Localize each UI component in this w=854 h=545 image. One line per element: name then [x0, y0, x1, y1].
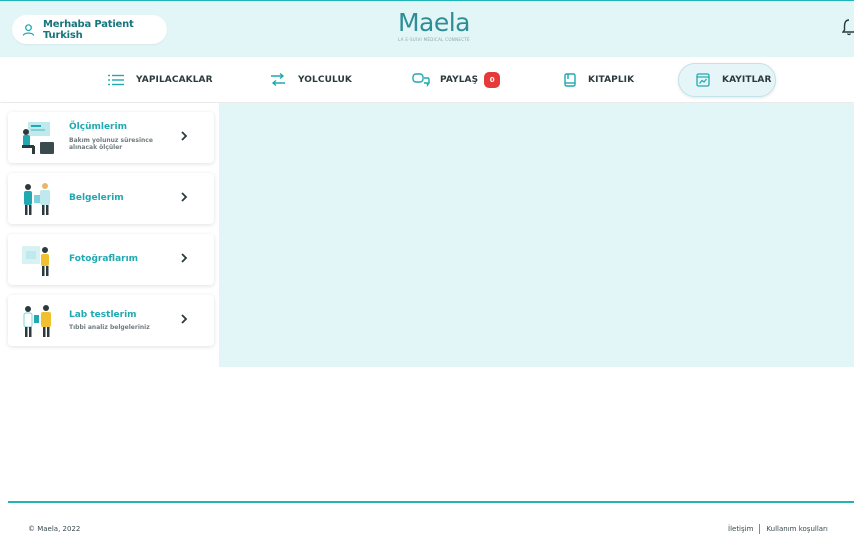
chevron-right-icon [181, 192, 188, 202]
nav-item-paylas[interactable]: PAYLAŞ 0 [412, 63, 501, 97]
user-greeting-chip[interactable]: Merhaba Patient Turkish [12, 15, 167, 44]
footer-link-iletisim[interactable]: İletişim [728, 525, 753, 533]
copyright-text: © Maela, 2022 [28, 525, 81, 533]
records-content-panel [219, 103, 854, 367]
footer-link-kullanim-kosullari[interactable]: Kullanım koşulları [766, 525, 827, 533]
book-icon [564, 73, 576, 87]
card-title: Fotoğraflarım [69, 254, 139, 264]
maela-logo[interactable]: Maela LA E-SUIVI MÉDICAL CONNECTÉ [386, 9, 482, 47]
footer-divider [8, 501, 854, 503]
card-olcumlerim[interactable]: Ölçümlerim Bakım yolunuz süresince alına… [8, 112, 214, 163]
card-title: Lab testlerim [69, 310, 137, 320]
nav-label: YOLCULUK [298, 75, 352, 85]
card-subtitle: Bakım yolunuz süresince alınacak ölçüler [69, 137, 153, 151]
footer-link-separator [759, 524, 761, 534]
card-lab-testlerim[interactable]: Lab testlerim Tıbbi analiz belgeleriniz [8, 295, 214, 346]
footer-links: İletişim Kullanım koşulları [728, 524, 828, 534]
list-icon [108, 74, 124, 86]
lab-tests-illustration-icon [23, 305, 51, 337]
greeting-text: Merhaba Patient Turkish [43, 18, 134, 41]
card-fotograflarim[interactable]: Fotoğraflarım [8, 234, 214, 285]
logo-tagline: LA E-SUIVI MÉDICAL CONNECTÉ [398, 37, 470, 42]
nav-label: YAPILACAKLAR [136, 75, 213, 85]
chat-icon [412, 73, 430, 87]
notification-badge: 0 [484, 72, 501, 88]
main-nav: YAPILACAKLAR YOLCULUK PAYLAŞ 0 KITAPLIK … [0, 57, 854, 102]
nav-label: PAYLAŞ [440, 75, 479, 85]
card-title: Ölçümlerim [69, 122, 127, 132]
chevron-right-icon [181, 131, 188, 141]
documents-illustration-icon [24, 183, 50, 215]
nav-item-kitaplik[interactable]: KITAPLIK [564, 63, 634, 97]
photos-illustration-icon [22, 246, 49, 276]
card-title: Belgelerim [69, 193, 124, 203]
nav-label: KAYITLAR [722, 75, 772, 85]
records-sidebar: Ölçümlerim Bakım yolunuz süresince alına… [0, 103, 219, 367]
card-belgelerim[interactable]: Belgelerim [8, 173, 214, 224]
nav-item-yolculuk[interactable]: YOLCULUK [270, 63, 352, 97]
chevron-right-icon [181, 314, 188, 324]
logo-text: Maela [397, 8, 471, 37]
records-icon [696, 73, 710, 87]
nav-item-kayitlar[interactable]: KAYITLAR [678, 63, 776, 97]
app-header: Merhaba Patient Turkish Maela LA E-SUIVI… [0, 0, 854, 57]
user-icon [22, 23, 35, 36]
chevron-right-icon [181, 253, 188, 263]
card-subtitle: Tıbbi analiz belgeleriniz [69, 324, 150, 331]
measurement-illustration-icon [22, 122, 54, 154]
nav-item-yapilacaklar[interactable]: YAPILACAKLAR [108, 63, 213, 97]
bell-icon[interactable] [842, 18, 854, 36]
nav-label: KITAPLIK [588, 75, 635, 85]
route-icon [271, 73, 285, 87]
